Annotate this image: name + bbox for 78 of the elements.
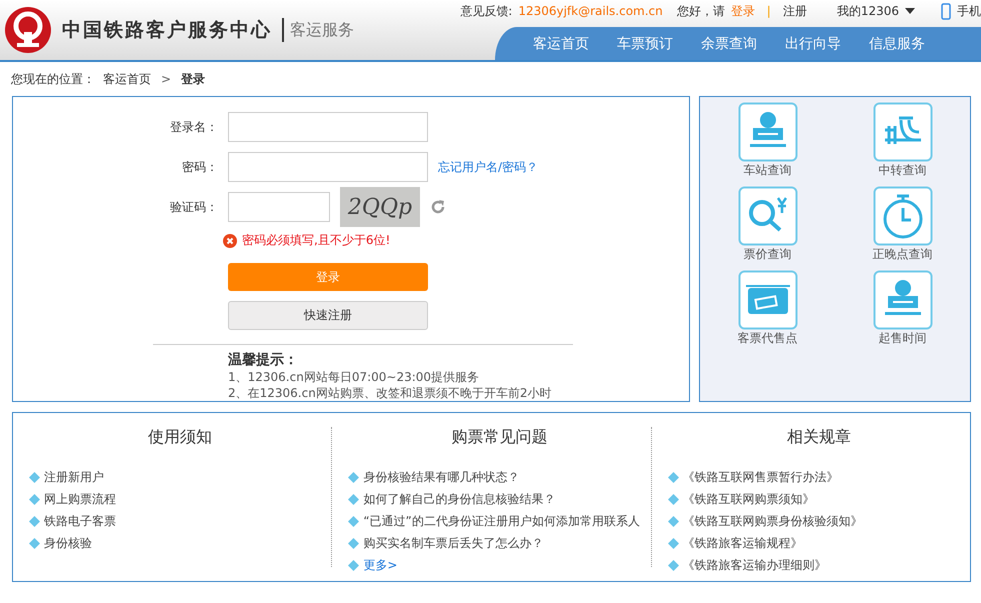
diamond-bullet-icon (29, 538, 40, 548)
nav-tab[interactable]: 车票预订 (615, 34, 675, 52)
info-link[interactable]: 网上购票流程 (44, 490, 116, 508)
magnifier-yen-icon (738, 186, 798, 246)
column-title: 购票常见问题 (450, 427, 548, 448)
forgot-password-link[interactable]: 忘记用户名/密码？ (438, 158, 538, 176)
diamond-bullet-icon (348, 560, 360, 570)
rail-track-icon (872, 102, 932, 162)
username-label: 登录名： (169, 118, 218, 136)
password-input[interactable] (228, 152, 428, 182)
captcha-input[interactable] (228, 192, 330, 222)
info-link[interactable]: 身份核验结果有哪几种状态？ (363, 468, 520, 486)
info-link[interactable]: 如何了解自己的身份信息核验结果？ (363, 490, 556, 508)
diamond-bullet-icon (348, 472, 360, 482)
quick-link[interactable]: 车站查询 (700, 102, 835, 186)
quick-link[interactable]: 正晚点查询 (835, 186, 970, 270)
refresh-icon[interactable] (430, 199, 446, 215)
info-link[interactable]: 身份核验 (44, 534, 92, 552)
captcha-label: 验证码： (169, 198, 218, 216)
breadcrumb-separator: > (161, 72, 172, 86)
diamond-bullet-icon (668, 494, 679, 504)
register-link[interactable]: 注册 (782, 2, 807, 20)
column-title: 相关规章 (786, 427, 852, 448)
station-icon (738, 102, 798, 162)
nav-tab[interactable]: 余票查询 (699, 34, 759, 52)
info-link[interactable]: 购买实名制车票后丢失了怎么办？ (363, 534, 544, 552)
quick-link[interactable]: 起售时间 (835, 270, 970, 354)
diamond-bullet-icon (348, 538, 360, 548)
tip-text: 2、在12306.cn网站购票、改签和退票须不晚于开车前2小时 (228, 385, 552, 401)
info-link[interactable]: 《铁路旅客运输办理细则》 (682, 556, 827, 574)
my-account-link[interactable]: 我的12306 (836, 2, 899, 20)
username-input[interactable] (228, 112, 428, 142)
diamond-bullet-icon (29, 472, 40, 482)
railway-logo-icon (4, 6, 52, 54)
diamond-bullet-icon (668, 516, 679, 526)
tickets-icon (738, 270, 798, 330)
quick-register-button[interactable]: 快速注册 (228, 301, 428, 330)
section-name: 客运服务 (290, 20, 354, 40)
diamond-bullet-icon (348, 516, 360, 526)
feedback-label: 意见反馈: (460, 2, 512, 20)
quick-link[interactable]: 票价查询 (700, 186, 835, 270)
nav-tab[interactable]: 出行向导 (783, 34, 843, 52)
nav-tab[interactable]: 信息服务 (867, 34, 927, 52)
diamond-bullet-icon (668, 560, 679, 570)
tips-title: 温馨提示： (228, 351, 299, 369)
station-icon (872, 270, 932, 330)
diamond-bullet-icon (668, 472, 679, 482)
info-link[interactable]: 注册新用户 (44, 468, 104, 486)
quick-link[interactable]: 中转查询 (835, 102, 970, 186)
separator-text: | (766, 4, 771, 18)
password-label: 密码： (181, 158, 218, 176)
error-icon (223, 234, 237, 248)
stopwatch-icon (872, 186, 932, 246)
greeting-text: 您好，请 (676, 2, 725, 20)
error-message: 密码必须填写,且不少于6位! (242, 232, 390, 249)
diamond-bullet-icon (29, 494, 40, 504)
nav-tab[interactable]: 客运首页 (531, 34, 591, 52)
info-link[interactable]: 《铁路互联网售票暂行办法》 (682, 468, 839, 486)
captcha-image: 2QQp (340, 187, 420, 227)
column-title: 使用须知 (147, 427, 214, 448)
more-link[interactable]: 更多> (363, 556, 398, 574)
diamond-bullet-icon (29, 516, 40, 526)
info-link[interactable]: 《铁路互联网购票身份核验须知》 (682, 512, 863, 530)
info-link[interactable]: 《铁路旅客运输规程》 (682, 534, 803, 552)
quick-link[interactable]: 客票代售点 (700, 270, 835, 354)
dropdown-caret-icon[interactable] (905, 8, 915, 14)
breadcrumb-link[interactable]: 客运首页 (103, 70, 151, 88)
diamond-bullet-icon (348, 494, 360, 504)
breadcrumb-label: 您现在的位置： (11, 70, 95, 88)
phone-icon (941, 2, 951, 20)
info-link[interactable]: 铁路电子客票 (44, 512, 116, 530)
diamond-bullet-icon (668, 538, 679, 548)
mobile-link[interactable]: 手机 (957, 2, 981, 20)
info-link[interactable]: 《铁路互联网购票须知》 (682, 490, 815, 508)
site-name: 中国铁路客户服务中心 (62, 18, 272, 43)
breadcrumb-link[interactable]: 登录 (181, 70, 206, 88)
tip-text: 1、12306.cn网站每日07:00~23:00提供服务 (228, 369, 480, 385)
info-link[interactable]: “已通过”的二代身份证注册用户如何添加常用联系人 (363, 512, 640, 530)
